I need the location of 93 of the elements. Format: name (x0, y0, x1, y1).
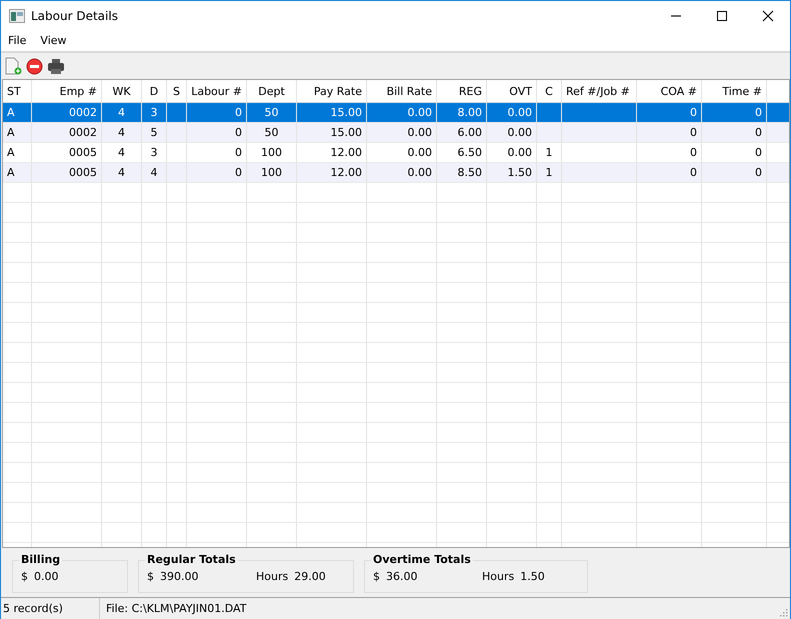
column-header[interactable]: Time # (702, 80, 767, 102)
table-cell: 4 (150, 166, 158, 179)
app-icon (9, 8, 25, 22)
table-cell: 100 (261, 146, 282, 159)
group-title: Regular Totals (145, 553, 238, 566)
window-title: Labour Details (31, 8, 118, 22)
table-cell: 0 (755, 126, 762, 139)
table-cell: 0.00 (508, 146, 532, 159)
column-header[interactable]: Labour # (187, 80, 247, 102)
currency-symbol: $ (373, 570, 380, 583)
close-button[interactable] (762, 10, 774, 22)
table-cell: 0 (755, 106, 762, 119)
stop-icon[interactable] (26, 58, 43, 74)
table-cell: 3 (150, 146, 158, 159)
record-count: 5 record(s) (1, 598, 100, 619)
table-cell: 50 (264, 126, 278, 139)
table-cell: 0 (690, 146, 697, 159)
currency-symbol: $ (21, 570, 28, 583)
table-cell: 50 (264, 106, 278, 119)
column-header[interactable]: D (142, 80, 167, 102)
menu-item[interactable]: View (40, 34, 67, 47)
table-cell: 0.00 (408, 166, 432, 179)
table-cell: 0 (235, 126, 242, 139)
column-header[interactable]: C (537, 80, 562, 102)
table-cell: 0.00 (508, 106, 532, 119)
table-cell: A (7, 146, 15, 159)
table-cell: 0.00 (508, 126, 532, 139)
table-cell: A (7, 166, 15, 179)
table-cell: 0.00 (408, 126, 432, 139)
column-header[interactable]: OVT (487, 80, 537, 102)
table-cell: 4 (118, 146, 125, 159)
column-header[interactable]: Pay Rate (297, 80, 367, 102)
table-cell: 6.50 (458, 146, 482, 159)
table-cell: 12.00 (330, 166, 362, 179)
table-cell: 5 (150, 126, 158, 139)
table-cell: 8.00 (458, 106, 482, 119)
table-cell: 1.50 (508, 166, 532, 179)
table-cell: 100 (261, 166, 282, 179)
table-cell: 0 (690, 166, 697, 179)
table-cell: 0 (755, 166, 762, 179)
table-cell: 1 (546, 146, 552, 159)
table-cell: 8.50 (458, 166, 482, 179)
table-cell: 0002 (69, 106, 97, 119)
column-header[interactable]: COA # (637, 80, 702, 102)
table-row[interactable]: A 0002 4 5 0 50 15.00 0.00 6.00 0.00 0 0 (3, 123, 789, 143)
table-cell: 12.00 (330, 146, 362, 159)
amount-value: 36.00 (386, 570, 418, 583)
amount-value: 390.00 (160, 570, 200, 583)
table-cell: 0 (235, 166, 242, 179)
table-cell: 0002 (69, 126, 97, 139)
hours-label: Hours (482, 570, 514, 583)
table-cell: 0 (690, 106, 697, 119)
table-cell: A (7, 106, 15, 119)
resize-grip-icon[interactable] (778, 607, 788, 617)
table-cell: 0 (235, 106, 242, 119)
table-cell: 4 (118, 106, 125, 119)
table-cell: 3 (150, 106, 158, 119)
table-row[interactable]: A 0005 4 4 0 100 12.00 0.00 8.50 1.50 1 0 0 (3, 163, 789, 183)
table-row[interactable]: A 0002 4 3 0 50 15.00 0.00 8.00 0.00 0 0 (3, 103, 789, 123)
table-cell: 4 (118, 126, 125, 139)
column-header[interactable]: Ref #/Job # (562, 80, 637, 102)
amount-value: 0.00 (34, 570, 60, 583)
maximize-button[interactable] (716, 10, 728, 22)
hours-value: 1.50 (520, 570, 545, 583)
printer-icon[interactable] (47, 58, 65, 74)
table-cell: 4 (118, 166, 125, 179)
table-cell: A (7, 126, 15, 139)
menu-item[interactable]: File (8, 34, 26, 47)
column-header[interactable]: Emp # (32, 80, 102, 102)
hours-value: 29.00 (294, 570, 326, 583)
table-cell: 0 (235, 146, 242, 159)
table-cell: 0 (690, 126, 697, 139)
table-cell: 15.00 (330, 106, 362, 119)
table-cell: 6.00 (458, 126, 482, 139)
new-document-icon[interactable] (4, 57, 22, 75)
hours-label: Hours (256, 570, 288, 583)
table-cell: 0005 (69, 146, 97, 159)
table-cell: 1 (546, 166, 552, 179)
table-cell: 0.00 (408, 106, 432, 119)
group-title: Billing (19, 553, 62, 566)
table-cell: 0005 (69, 166, 97, 179)
column-header[interactable]: ST (3, 80, 32, 102)
currency-symbol: $ (147, 570, 154, 583)
column-header[interactable]: Bill Rate (367, 80, 437, 102)
table-cell: 0.00 (408, 146, 432, 159)
file-path: File: C:\KLM\PAYJIN01.DAT (105, 602, 246, 615)
column-header[interactable]: S (167, 80, 187, 102)
column-header[interactable]: Dept (247, 80, 297, 102)
column-header[interactable]: WK (102, 80, 142, 102)
group-title: Overtime Totals (371, 553, 473, 566)
column-header[interactable]: REG (437, 80, 487, 102)
table-cell: 0 (755, 146, 762, 159)
table-cell: 15.00 (330, 126, 362, 139)
